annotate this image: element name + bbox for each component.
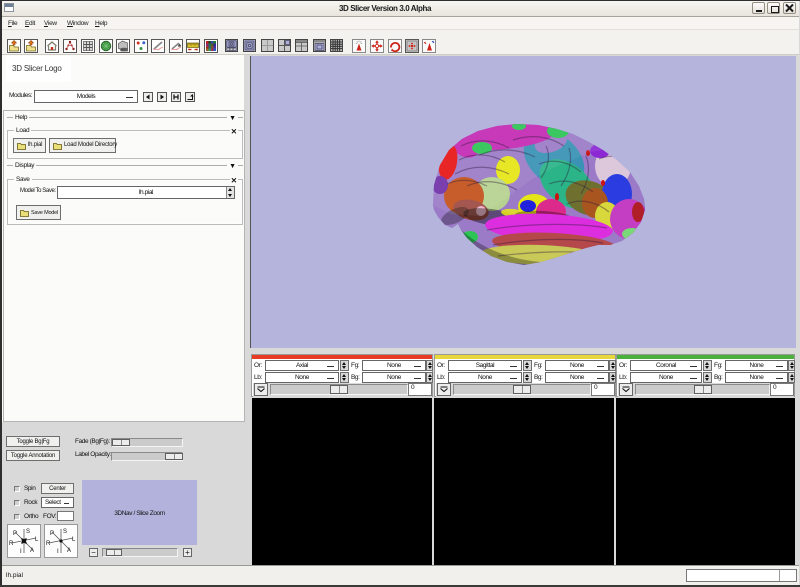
svg-text:I: I xyxy=(20,549,22,555)
svg-text:S: S xyxy=(63,529,67,535)
svg-text:P: P xyxy=(13,531,17,537)
svg-text:I: I xyxy=(57,549,59,555)
svg-text:R: R xyxy=(9,541,14,547)
svg-text:A: A xyxy=(67,548,71,554)
svg-text:P: P xyxy=(50,531,54,537)
svg-text:L: L xyxy=(35,537,39,543)
svg-text:L: L xyxy=(72,537,76,543)
svg-text:S: S xyxy=(26,529,30,535)
svg-text:A: A xyxy=(30,548,34,554)
svg-text:R: R xyxy=(46,541,51,547)
